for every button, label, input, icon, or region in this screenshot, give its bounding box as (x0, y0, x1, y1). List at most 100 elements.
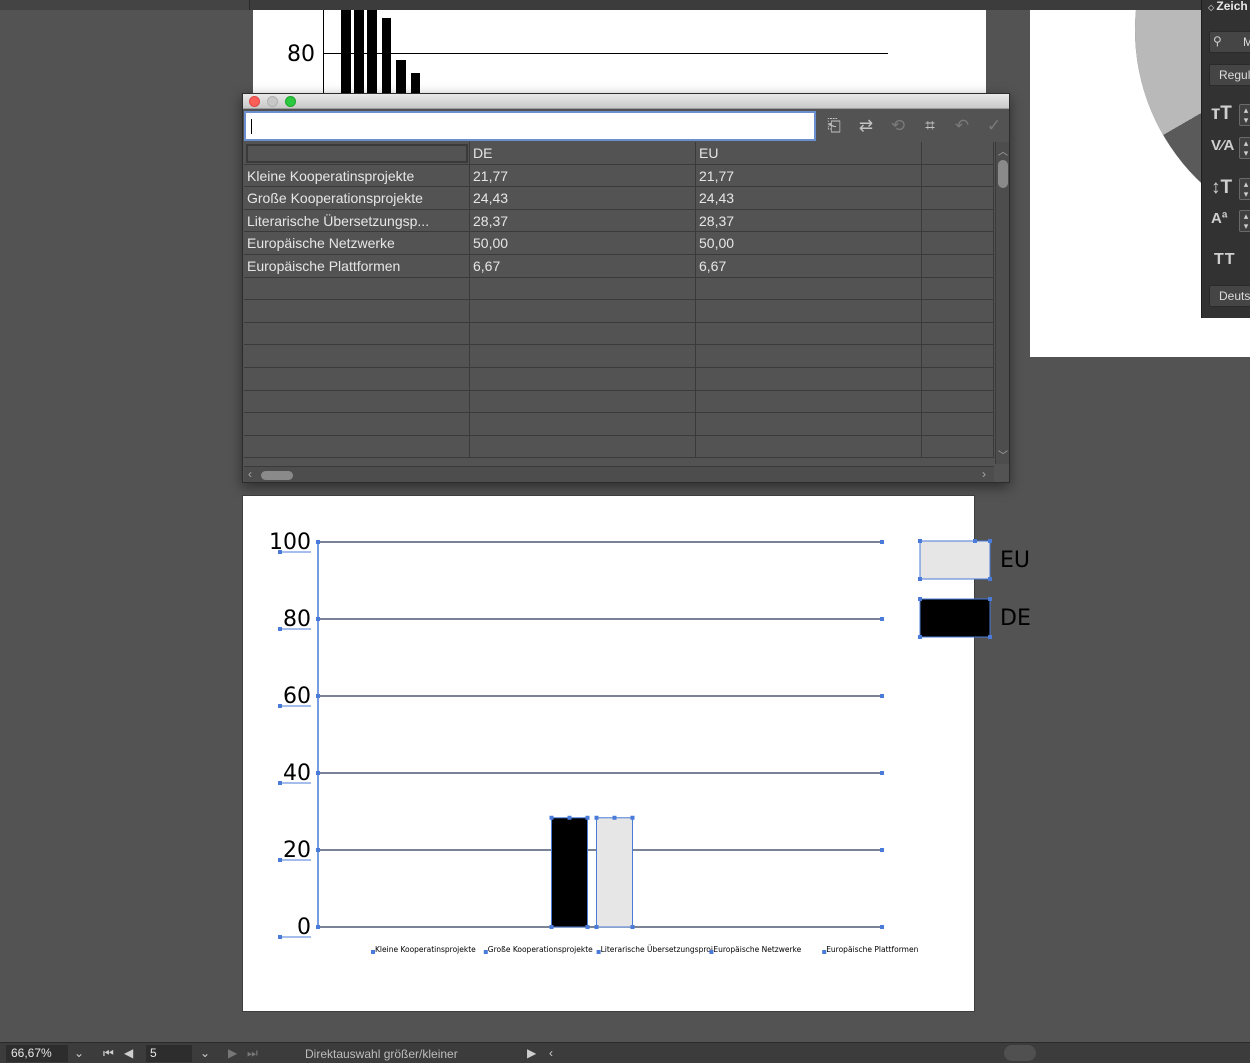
value-cell[interactable]: 50,00 (696, 232, 922, 254)
value-cell[interactable] (696, 435, 922, 458)
selection-handle[interactable] (880, 694, 884, 698)
horizontal-scrollbar[interactable]: ‹ › (244, 466, 994, 482)
selection-handle[interactable] (880, 848, 884, 852)
grid-header-cell[interactable] (244, 142, 470, 164)
value-cell[interactable] (696, 300, 922, 322)
value-cell[interactable] (922, 435, 994, 458)
selection-handle[interactable] (594, 925, 599, 929)
legend-swatches[interactable] (915, 535, 1000, 645)
value-cell[interactable] (470, 277, 696, 300)
kerning-stepper[interactable]: ▴ ▾ (1239, 137, 1250, 159)
value-cell[interactable] (922, 232, 994, 254)
value-cell[interactable] (696, 277, 922, 300)
value-cell[interactable] (470, 390, 696, 413)
zoom-window-button[interactable] (285, 96, 296, 107)
value-cell[interactable]: 50,00 (470, 232, 696, 254)
selection-handle[interactable] (316, 771, 320, 775)
font-size-stepper[interactable]: ▴ ▾ (1239, 104, 1250, 126)
cell-entry-field[interactable] (244, 111, 816, 141)
selection-handle[interactable] (585, 815, 590, 820)
minimize-window-button[interactable] (267, 96, 278, 107)
selection-handle[interactable] (585, 925, 590, 929)
value-cell[interactable]: 24,43 (470, 187, 696, 209)
bar-chart[interactable]: 0 20 40 60 80 100 Kleine Kooperatinsprojekte Gr… (243, 496, 976, 1013)
selection-handle[interactable] (278, 935, 282, 939)
value-cell[interactable] (922, 255, 994, 277)
row-label-cell[interactable] (244, 277, 470, 300)
value-cell[interactable] (922, 187, 994, 209)
value-cell[interactable] (922, 164, 994, 187)
vertical-scale-stepper[interactable]: ▴ ▾ (1239, 178, 1250, 200)
value-cell[interactable] (470, 345, 696, 367)
row-label-cell[interactable] (244, 435, 470, 458)
selection-handle[interactable] (278, 704, 282, 708)
cell-style-icon[interactable]: ⌗ (917, 113, 943, 139)
value-cell[interactable] (922, 368, 994, 390)
value-cell[interactable] (922, 209, 994, 232)
row-label-cell[interactable]: Europäische Plattformen (244, 255, 470, 277)
selection-handle[interactable] (630, 925, 635, 929)
scroll-thumb[interactable] (261, 471, 293, 480)
grid-header-cell[interactable]: DE (470, 142, 696, 164)
value-cell[interactable] (470, 413, 696, 435)
row-label-cell[interactable] (244, 413, 470, 435)
selection-handle[interactable] (596, 950, 601, 954)
status-menu-icon[interactable]: ▶ (527, 1045, 536, 1062)
value-cell[interactable]: 6,67 (470, 255, 696, 277)
first-page-icon[interactable]: ⏮ (103, 1045, 114, 1062)
baseline-shift-stepper[interactable]: ▴ ▾ (1239, 210, 1250, 232)
font-style-field[interactable]: Regul (1209, 64, 1250, 86)
value-cell[interactable] (470, 435, 696, 458)
horizontal-scroll-thumb[interactable] (1004, 1045, 1036, 1061)
value-cell[interactable] (696, 413, 922, 435)
scroll-thumb[interactable] (998, 160, 1008, 188)
import-data-icon[interactable]: ⎗ (821, 113, 847, 139)
selection-handle[interactable] (316, 617, 320, 621)
selection-handle[interactable] (371, 950, 375, 954)
value-cell[interactable]: 28,37 (696, 209, 922, 232)
row-label-cell[interactable] (244, 322, 470, 345)
selection-handle[interactable] (549, 925, 554, 929)
value-cell[interactable] (696, 368, 922, 390)
row-label-cell[interactable] (244, 345, 470, 367)
previous-page-icon[interactable]: ◀ (124, 1045, 133, 1062)
value-cell[interactable]: 21,77 (470, 164, 696, 187)
legend-swatch-eu[interactable] (919, 540, 991, 580)
row-label-cell[interactable]: Literarische Übersetzungsp... (244, 209, 470, 232)
grid-header-cell[interactable]: EU (696, 142, 922, 164)
apply-check-icon[interactable]: ✓ (981, 113, 1007, 139)
selection-handle[interactable] (316, 540, 320, 544)
bar-eu[interactable] (596, 817, 633, 928)
close-window-button[interactable] (249, 96, 260, 107)
selection-handle[interactable] (822, 950, 827, 954)
selection-handle[interactable] (278, 550, 282, 554)
bar-de[interactable] (551, 817, 588, 928)
selection-handle[interactable] (278, 858, 282, 862)
scroll-right-icon[interactable]: › (982, 467, 986, 481)
value-cell[interactable]: 6,67 (696, 255, 922, 277)
value-cell[interactable]: 24,43 (696, 187, 922, 209)
selection-handle[interactable] (483, 950, 488, 954)
all-caps-button[interactable]: TT (1214, 251, 1236, 269)
row-label-cell[interactable]: Große Kooperationsprojekte (244, 187, 470, 209)
value-cell[interactable] (696, 345, 922, 367)
row-label-cell[interactable] (244, 390, 470, 413)
value-cell[interactable] (922, 345, 994, 367)
selection-handle[interactable] (567, 815, 572, 820)
selection-handle[interactable] (880, 771, 884, 775)
selection-handle[interactable] (880, 617, 884, 621)
scroll-left-icon[interactable]: ‹ (549, 1045, 553, 1062)
value-cell[interactable]: 28,37 (470, 209, 696, 232)
next-page-icon[interactable]: ▶ (228, 1045, 237, 1062)
value-cell[interactable] (922, 413, 994, 435)
selection-handle[interactable] (630, 815, 635, 820)
value-cell[interactable] (470, 300, 696, 322)
selection-handle[interactable] (278, 781, 282, 785)
row-label-cell[interactable] (244, 300, 470, 322)
grid-header-cell[interactable] (922, 142, 994, 164)
selection-handle[interactable] (880, 925, 884, 929)
value-cell[interactable] (922, 277, 994, 300)
value-cell[interactable] (470, 368, 696, 390)
zoom-field[interactable]: 66,67% (6, 1045, 68, 1062)
value-cell[interactable] (696, 322, 922, 345)
